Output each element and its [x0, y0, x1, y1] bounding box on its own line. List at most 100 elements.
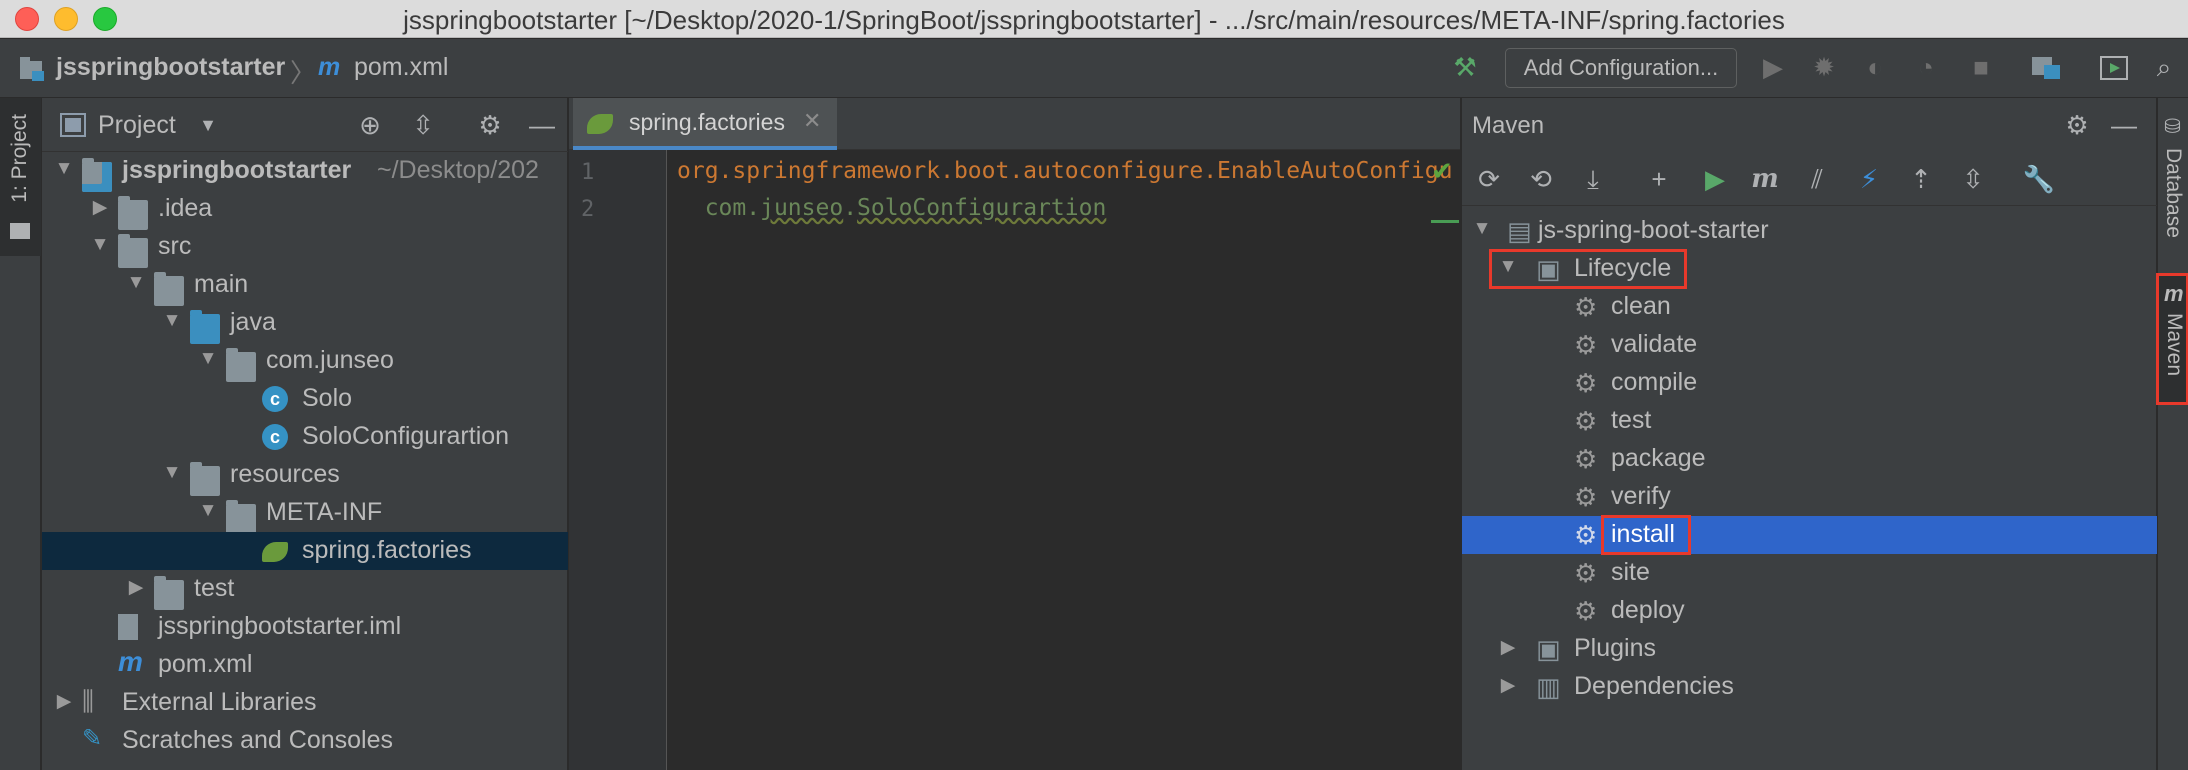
- code-line-2[interactable]: com.junseo.SoloConfigurartion: [677, 195, 1107, 221]
- gear-icon[interactable]: ⚙: [2060, 108, 2094, 142]
- package-icon: [226, 348, 256, 382]
- wrench-icon[interactable]: 🔧: [2022, 162, 2056, 196]
- folder-icon: [154, 576, 184, 610]
- tree-row[interactable]: ▼ java: [42, 304, 568, 344]
- gear-icon: ⚙: [1574, 596, 1598, 626]
- expanded-arrow-icon[interactable]: ▼: [126, 272, 146, 294]
- line-number-gutter: 1 2: [569, 150, 667, 770]
- module-folder-icon: [82, 158, 112, 192]
- tree-row[interactable]: spring.factories: [42, 532, 568, 570]
- lifecycle-phase-clean[interactable]: ⚙ clean: [1462, 288, 2157, 326]
- tree-row[interactable]: ▼ jsspringbootstarter ~/Desktop/202: [42, 152, 568, 192]
- profile-icon[interactable]: ◔: [1910, 51, 1942, 83]
- tree-label: Scratches and Consoles: [122, 726, 393, 754]
- tree-label: resources: [230, 460, 340, 488]
- show-dependencies-icon[interactable]: ⇡: [1904, 162, 1938, 196]
- expanded-arrow-icon[interactable]: ▼: [54, 158, 74, 180]
- build-hammer-icon[interactable]: ⚒: [1449, 51, 1481, 83]
- tree-row[interactable]: ▼ META-INF: [42, 494, 568, 534]
- project-structure-icon[interactable]: [2032, 55, 2062, 81]
- expanded-arrow-icon[interactable]: ▼: [162, 462, 182, 484]
- download-icon[interactable]: ⤓: [1576, 162, 1610, 196]
- collapsed-arrow-icon[interactable]: ▶: [90, 196, 110, 219]
- lifecycle-phase-test[interactable]: ⚙ test: [1462, 402, 2157, 440]
- debug-icon[interactable]: ✹: [1808, 51, 1840, 83]
- dependencies-node[interactable]: ▶ ▥ Dependencies: [1462, 668, 2157, 706]
- project-tool-tab-label: 1: Project: [8, 114, 31, 203]
- expanded-arrow-icon[interactable]: ▼: [198, 348, 218, 370]
- hide-panel-icon[interactable]: —: [526, 109, 558, 141]
- reload-icon[interactable]: ⟳: [1472, 162, 1506, 196]
- expanded-arrow-icon[interactable]: ▼: [162, 310, 182, 332]
- project-view-selector[interactable]: Project: [98, 111, 176, 140]
- breadcrumb-file[interactable]: pom.xml: [354, 53, 448, 82]
- lifecycle-phase-site[interactable]: ⚙ site: [1462, 554, 2157, 592]
- hide-panel-icon[interactable]: —: [2107, 108, 2141, 142]
- maven-project-node[interactable]: ▼ ▤ js-spring-boot-starter: [1462, 212, 2157, 250]
- generate-sources-icon[interactable]: ⟲: [1524, 162, 1558, 196]
- lifecycle-phase-test-label: test: [1611, 406, 1652, 434]
- run-icon[interactable]: ▶: [1698, 162, 1732, 196]
- inspection-ok-icon[interactable]: ✔: [1431, 156, 1453, 187]
- line-number: 1: [581, 160, 595, 185]
- expanded-arrow-icon[interactable]: ▼: [198, 500, 218, 522]
- code-line-1[interactable]: org.springframework.boot.autoconfigure.E…: [677, 158, 1452, 184]
- collapsed-arrow-icon[interactable]: ▶: [54, 690, 74, 713]
- maven-project-icon: ▤: [1507, 216, 1532, 246]
- lifecycle-phase-validate[interactable]: ⚙ validate: [1462, 326, 2157, 364]
- maven-m-icon: m: [118, 646, 143, 677]
- plugins-node[interactable]: ▶ ▣ Plugins: [1462, 630, 2157, 668]
- tree-row[interactable]: c Solo: [42, 380, 568, 418]
- package-icon: [226, 500, 256, 534]
- lifecycle-phase-validate-label: validate: [1611, 330, 1698, 358]
- add-configuration-button[interactable]: Add Configuration...: [1505, 48, 1737, 88]
- collapsed-arrow-icon[interactable]: ▶: [1498, 674, 1518, 697]
- database-tool-tab[interactable]: Database: [2161, 148, 2185, 238]
- tree-label: SoloConfigurartion: [302, 422, 510, 450]
- tree-row[interactable]: ▼ src: [42, 228, 568, 268]
- tree-row[interactable]: m pom.xml: [42, 646, 568, 684]
- lifecycle-phase-verify[interactable]: ⚙ verify: [1462, 478, 2157, 516]
- tree-row[interactable]: ▶ .idea: [42, 190, 568, 230]
- stop-icon[interactable]: ■: [1965, 51, 1997, 83]
- run-anything-icon[interactable]: [2100, 55, 2130, 81]
- expanded-arrow-icon[interactable]: ▼: [1472, 218, 1492, 240]
- folder-icon: [118, 196, 148, 230]
- tree-row[interactable]: ✎ Scratches and Consoles: [42, 722, 568, 760]
- collapsed-arrow-icon[interactable]: ▶: [126, 576, 146, 599]
- tree-label: .idea: [158, 194, 213, 222]
- collapse-all-icon[interactable]: ⇳: [1956, 162, 1990, 196]
- lifecycle-phase-install[interactable]: ⚙ install: [1462, 516, 2157, 554]
- expanded-arrow-icon[interactable]: ▼: [90, 234, 110, 256]
- tab-spring-factories[interactable]: spring.factories ✕: [573, 98, 837, 150]
- close-tab-icon[interactable]: ✕: [803, 108, 821, 134]
- collapse-all-icon[interactable]: ⇳: [407, 109, 439, 141]
- project-panel-header: Project ▼ ⊕ ⇳ ⚙ —: [42, 98, 568, 152]
- lifecycle-phase-deploy[interactable]: ⚙ deploy: [1462, 592, 2157, 630]
- gear-icon[interactable]: ⚙: [474, 109, 506, 141]
- lifecycle-phase-compile[interactable]: ⚙ compile: [1462, 364, 2157, 402]
- gear-icon: ⚙: [1574, 520, 1598, 550]
- plugins-node-label: Plugins: [1574, 634, 1656, 662]
- tree-row[interactable]: ▼ resources: [42, 456, 568, 496]
- add-icon[interactable]: +: [1642, 162, 1676, 196]
- tree-row[interactable]: c SoloConfigurartion: [42, 418, 568, 456]
- maven-goal-icon[interactable]: m: [1748, 162, 1782, 196]
- tree-row[interactable]: ▼ com.junseo: [42, 342, 568, 382]
- locate-file-icon[interactable]: ⊕: [354, 109, 386, 141]
- tree-row[interactable]: jsspringbootstarter.iml: [42, 608, 568, 646]
- coverage-icon[interactable]: ◐: [1859, 51, 1891, 83]
- project-tool-tab[interactable]: 1: Project: [0, 98, 41, 256]
- run-icon[interactable]: ▶: [1757, 51, 1789, 83]
- lifecycle-phase-package[interactable]: ⚙ package: [1462, 440, 2157, 478]
- tree-row[interactable]: ▼ main: [42, 266, 568, 306]
- breadcrumb-project[interactable]: jsspringbootstarter: [56, 53, 285, 82]
- tree-row[interactable]: ▶ test: [42, 570, 568, 610]
- search-icon[interactable]: ⌕: [2148, 51, 2180, 83]
- project-view-icon: [60, 113, 86, 137]
- toggle-offline-icon[interactable]: ⫽: [1800, 162, 1834, 196]
- tree-row[interactable]: ▶ ⫼ External Libraries: [42, 684, 568, 722]
- chevron-down-icon[interactable]: ▼: [192, 109, 224, 141]
- collapsed-arrow-icon[interactable]: ▶: [1498, 636, 1518, 659]
- skip-tests-icon[interactable]: ⚡: [1852, 162, 1886, 196]
